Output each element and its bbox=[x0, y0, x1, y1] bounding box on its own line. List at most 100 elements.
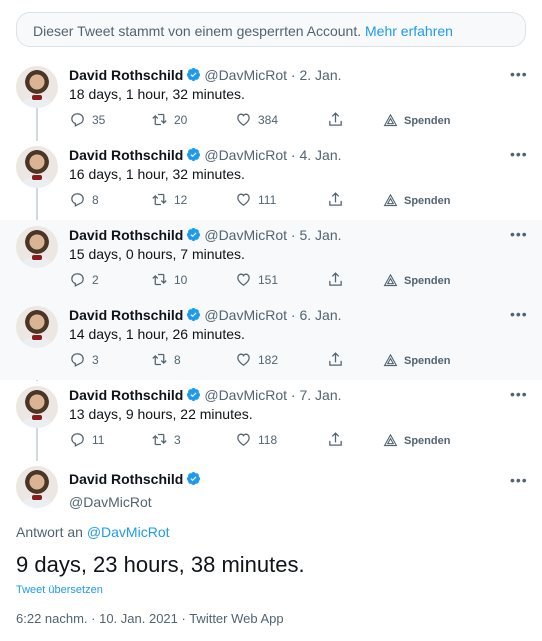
like-button[interactable]: 111 bbox=[235, 190, 276, 210]
avatar[interactable] bbox=[16, 386, 58, 428]
share-icon bbox=[327, 432, 344, 447]
more-icon[interactable]: ••• bbox=[510, 66, 527, 82]
donate-button[interactable]: Spenden bbox=[383, 190, 450, 210]
tweet-actions: 3 8 182 Spenden bbox=[69, 350, 529, 372]
author-handle[interactable]: @DavMicRot bbox=[204, 227, 287, 243]
more-icon[interactable]: ••• bbox=[510, 472, 527, 488]
reply-button[interactable]: 35 bbox=[69, 110, 105, 130]
learn-more-link[interactable]: Mehr erfahren bbox=[365, 23, 453, 39]
reply-button[interactable]: 3 bbox=[69, 350, 99, 370]
more-icon[interactable]: ••• bbox=[510, 146, 527, 162]
avatar[interactable] bbox=[16, 466, 58, 508]
author-name[interactable]: David Rothschild bbox=[69, 67, 183, 83]
tweet[interactable]: David Rothschild @DavMicRot · 4. Jan. ••• 1… bbox=[0, 140, 542, 220]
donate-button[interactable]: Spenden bbox=[383, 110, 450, 130]
share-icon bbox=[327, 192, 344, 207]
share-button[interactable] bbox=[327, 270, 344, 290]
retweet-button[interactable]: 10 bbox=[151, 270, 187, 290]
reply-count: 2 bbox=[92, 273, 99, 287]
share-button[interactable] bbox=[327, 190, 344, 210]
suspended-account-notice: Dieser Tweet stammt von einem gesperrten… bbox=[16, 12, 526, 47]
tweet-date[interactable]: · 6. Jan. bbox=[291, 307, 342, 323]
tweet-header: David Rothschild @DavMicRot · 7. Jan. bbox=[69, 386, 342, 406]
share-icon bbox=[327, 272, 344, 287]
like-button[interactable]: 118 bbox=[235, 430, 277, 450]
author-name[interactable]: David Rothschild bbox=[69, 147, 183, 163]
tweet[interactable]: David Rothschild @DavMicRot · 5. Jan. ••• 1… bbox=[0, 220, 542, 300]
reply-button[interactable]: 2 bbox=[69, 270, 99, 290]
tweet[interactable]: David Rothschild @DavMicRot · 2. Jan. ••• 1… bbox=[0, 60, 542, 140]
retweet-button[interactable]: 8 bbox=[151, 350, 181, 370]
author-handle[interactable]: @DavMicRot bbox=[204, 387, 287, 403]
reply-to-label: Antwort an bbox=[16, 524, 83, 540]
verified-badge-icon bbox=[186, 227, 201, 246]
verified-badge-icon bbox=[186, 67, 201, 86]
like-button[interactable]: 182 bbox=[235, 350, 278, 370]
author-handle[interactable]: @DavMicRot bbox=[204, 147, 287, 163]
donate-label: Spenden bbox=[404, 435, 451, 447]
tweet[interactable]: David Rothschild @DavMicRot · 6. Jan. ••• 1… bbox=[0, 300, 542, 380]
tweet-text: 14 days, 1 hour, 26 minutes. bbox=[69, 326, 245, 342]
more-icon[interactable]: ••• bbox=[510, 306, 527, 322]
like-count: 118 bbox=[258, 433, 278, 447]
more-icon[interactable]: ••• bbox=[510, 386, 527, 402]
tweet-date[interactable]: · 7. Jan. bbox=[291, 387, 342, 403]
reply-button[interactable]: 11 bbox=[69, 430, 104, 450]
share-icon bbox=[327, 352, 344, 367]
tweet-date[interactable]: · 4. Jan. bbox=[291, 147, 342, 163]
avatar[interactable] bbox=[16, 146, 58, 188]
tweet-text: 18 days, 1 hour, 32 minutes. bbox=[69, 86, 245, 102]
verified-badge-icon bbox=[186, 387, 201, 406]
share-button[interactable] bbox=[327, 350, 344, 370]
tweet[interactable]: David Rothschild @DavMicRot · 7. Jan. ••• 1… bbox=[0, 380, 542, 460]
author-name[interactable]: David Rothschild bbox=[69, 471, 183, 487]
tweet-timestamp[interactable]: 6:22 nachm. · 10. Jan. 2021 · Twitter We… bbox=[16, 611, 284, 626]
author-handle[interactable]: @DavMicRot bbox=[69, 493, 204, 511]
author-name[interactable]: David Rothschild bbox=[69, 307, 183, 323]
share-button[interactable] bbox=[327, 430, 344, 450]
avatar[interactable] bbox=[16, 66, 58, 108]
reply-icon bbox=[69, 113, 86, 127]
retweet-count: 12 bbox=[174, 193, 188, 207]
share-button[interactable] bbox=[327, 110, 344, 130]
donate-button[interactable]: Spenden bbox=[383, 270, 450, 290]
verified-badge-icon bbox=[186, 471, 201, 490]
translate-tweet-link[interactable]: Tweet übersetzen bbox=[16, 584, 103, 596]
tweet-header: David Rothschild @DavMicRot · 2. Jan. bbox=[69, 66, 342, 86]
retweet-icon bbox=[151, 433, 168, 447]
donate-button[interactable]: Spenden bbox=[383, 430, 450, 450]
like-icon bbox=[235, 353, 252, 367]
author-name[interactable]: David Rothschild bbox=[69, 227, 183, 243]
retweet-button[interactable]: 20 bbox=[151, 110, 187, 130]
author-handle[interactable]: @DavMicRot bbox=[204, 307, 287, 323]
donate-button[interactable]: Spenden bbox=[383, 350, 450, 370]
avatar[interactable] bbox=[16, 306, 58, 348]
reply-button[interactable]: 8 bbox=[69, 190, 99, 210]
reply-count: 3 bbox=[92, 353, 99, 367]
reply-to-handle-link[interactable]: @DavMicRot bbox=[87, 524, 170, 540]
retweet-button[interactable]: 3 bbox=[151, 430, 181, 450]
avatar[interactable] bbox=[16, 226, 58, 268]
like-icon bbox=[235, 433, 252, 447]
like-count: 151 bbox=[258, 273, 279, 287]
more-icon[interactable]: ••• bbox=[510, 226, 527, 242]
reply-icon bbox=[69, 193, 86, 207]
tweet-date[interactable]: · 2. Jan. bbox=[291, 67, 342, 83]
like-count: 111 bbox=[258, 193, 277, 207]
donate-label: Spenden bbox=[404, 195, 451, 207]
verified-badge-icon bbox=[186, 307, 201, 326]
reply-icon bbox=[69, 353, 86, 367]
retweet-button[interactable]: 12 bbox=[151, 190, 187, 210]
like-icon bbox=[235, 193, 252, 207]
tweet-date[interactable]: · 5. Jan. bbox=[291, 227, 342, 243]
share-icon bbox=[327, 112, 344, 127]
tweet-actions: 35 20 384 Spenden bbox=[69, 110, 529, 132]
donate-icon bbox=[383, 353, 398, 367]
reply-icon bbox=[69, 273, 86, 287]
like-button[interactable]: 384 bbox=[235, 110, 278, 130]
like-button[interactable]: 151 bbox=[235, 270, 278, 290]
like-icon bbox=[235, 113, 252, 127]
donate-icon bbox=[383, 193, 398, 207]
author-name[interactable]: David Rothschild bbox=[69, 387, 183, 403]
author-handle[interactable]: @DavMicRot bbox=[204, 67, 287, 83]
